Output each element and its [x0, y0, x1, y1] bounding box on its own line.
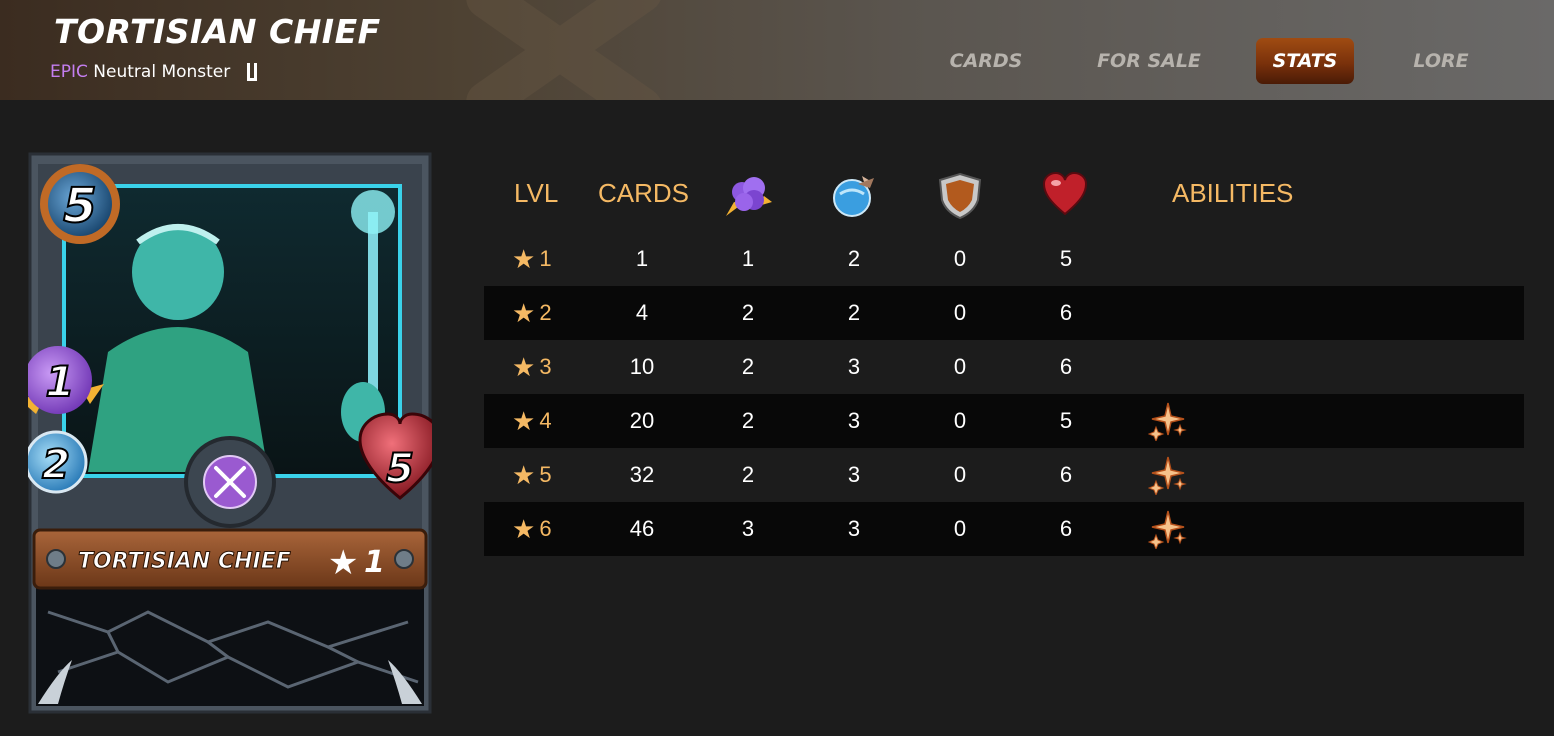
- cards-cell: 20: [629, 408, 655, 433]
- header-level: LVL: [514, 178, 559, 208]
- armor-cell: 0: [953, 516, 967, 541]
- level-cell: ★ 5: [512, 448, 552, 502]
- magic-cell: 1: [741, 246, 755, 271]
- cards-cell: 46: [629, 516, 655, 541]
- level-value: 2: [539, 300, 552, 325]
- armor-cell: 0: [953, 300, 967, 325]
- magic-attack-icon: [726, 177, 772, 216]
- star-icon: ★: [512, 352, 536, 382]
- level-value: 1: [539, 246, 552, 271]
- table-row: ★ 5 32 2 3 0 6: [484, 448, 1524, 502]
- level-cell: ★ 3: [512, 340, 552, 394]
- star-icon: ★: [512, 460, 536, 490]
- level-value: 4: [539, 408, 552, 433]
- speed-cell: 3: [847, 408, 861, 433]
- armor-cell: 0: [953, 462, 967, 487]
- table-row: ★ 6 46 3 3 0 6: [484, 502, 1524, 556]
- stats-table: LVL CARDS ABILITIES ★ 1 1 1 2 0 5 ★ 2 4 …: [484, 168, 1524, 556]
- armor-cell: 0: [953, 246, 967, 271]
- armor-cell: 0: [953, 354, 967, 379]
- card-image: 5 1 2 5 TORTISIAN CHIEF ★ 1: [28, 152, 432, 714]
- level-value: 6: [539, 516, 552, 541]
- header-cards: CARDS: [598, 178, 690, 208]
- magic-cell: 2: [741, 354, 755, 379]
- health-cell: 5: [1059, 246, 1073, 271]
- health-heart-icon: [1042, 172, 1088, 216]
- speed-cell: 2: [847, 300, 861, 325]
- health-cell: 6: [1059, 462, 1073, 487]
- card-level-star-icon: ★: [328, 543, 358, 583]
- card-level-value: 1: [364, 545, 385, 580]
- sparkle-ability-icon[interactable]: [1148, 401, 1188, 441]
- speed-cell: 3: [847, 462, 861, 487]
- star-icon: ★: [512, 244, 536, 274]
- magic-cell: 2: [741, 300, 755, 325]
- star-icon: ★: [512, 514, 536, 544]
- armor-cell: 0: [953, 408, 967, 433]
- card-name: TORTISIAN CHIEF: [78, 549, 291, 574]
- sparkle-ability-icon[interactable]: [1148, 455, 1188, 495]
- card-speed-value: 2: [42, 442, 70, 488]
- tab-for-sale[interactable]: FOR SALE: [1086, 38, 1212, 84]
- health-cell: 6: [1059, 300, 1073, 325]
- card-header: TORTISIAN CHIEF EPIC Neutral Monster CAR…: [0, 0, 1554, 100]
- cards-cell: 10: [629, 354, 655, 379]
- table-row: ★ 4 20 2 3 0 5: [484, 394, 1524, 448]
- card-health-value: 5: [386, 446, 414, 492]
- level-value: 5: [539, 462, 552, 487]
- magic-cell: 2: [741, 462, 755, 487]
- tab-cards[interactable]: CARDS: [936, 38, 1036, 84]
- magic-cell: 3: [741, 516, 755, 541]
- health-cell: 6: [1059, 354, 1073, 379]
- speed-cell: 2: [847, 246, 861, 271]
- table-row: ★ 3 10 2 3 0 6: [484, 340, 1524, 394]
- health-cell: 6: [1059, 516, 1073, 541]
- star-icon: ★: [512, 298, 536, 328]
- level-cell: ★ 1: [512, 232, 552, 286]
- speed-cell: 3: [847, 516, 861, 541]
- speed-cell: 3: [847, 354, 861, 379]
- card-mana-value: 5: [63, 178, 96, 234]
- health-cell: 5: [1059, 408, 1073, 433]
- cards-cell: 4: [635, 300, 649, 325]
- tab-lore[interactable]: LORE: [1400, 38, 1482, 84]
- table-row: ★ 1 1 1 2 0 5: [484, 232, 1524, 286]
- level-cell: ★ 4: [512, 394, 552, 448]
- card-magic-value: 1: [45, 357, 74, 406]
- table-header: LVL CARDS ABILITIES: [484, 168, 1524, 232]
- card-tabs: CARDS FOR SALE STATS LORE: [0, 38, 1554, 84]
- level-value: 3: [539, 354, 552, 379]
- speed-icon: [833, 176, 874, 217]
- star-icon: ★: [512, 406, 536, 436]
- level-cell: ★ 6: [512, 502, 552, 556]
- cards-cell: 32: [629, 462, 655, 487]
- header-abilities: ABILITIES: [1172, 178, 1294, 208]
- table-row: ★ 2 4 2 2 0 6: [484, 286, 1524, 340]
- level-cell: ★ 2: [512, 286, 552, 340]
- magic-cell: 2: [741, 408, 755, 433]
- armor-shield-icon: [938, 172, 982, 220]
- cards-cell: 1: [635, 246, 649, 271]
- tab-stats[interactable]: STATS: [1256, 38, 1354, 84]
- sparkle-ability-icon[interactable]: [1148, 509, 1188, 549]
